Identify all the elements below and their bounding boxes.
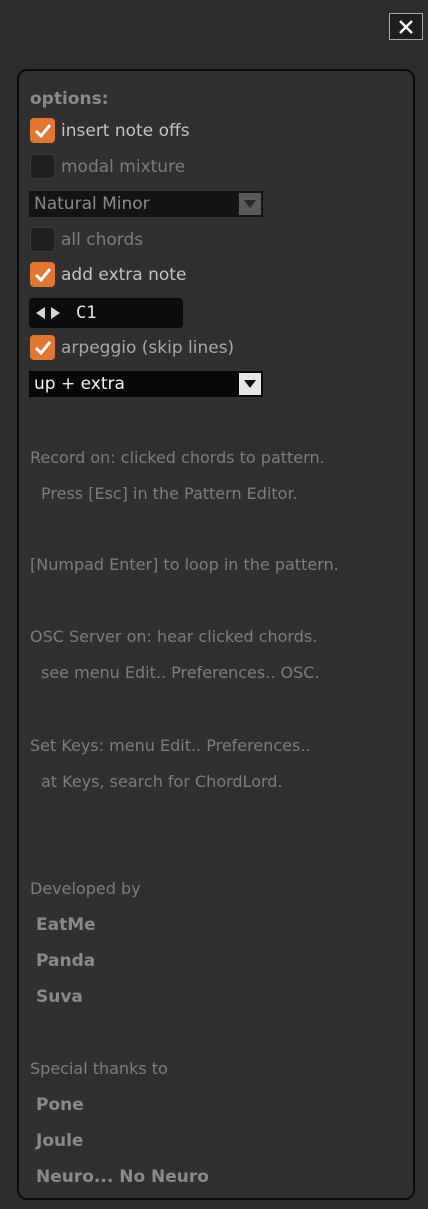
checkmark-icon [34, 340, 51, 355]
arpeggio-label: arpeggio (skip lines) [61, 337, 235, 358]
options-heading: options: [30, 89, 109, 109]
close-icon [399, 19, 413, 34]
thanks-name: Neuro... No Neuro [36, 1167, 209, 1187]
all-chords-checkbox[interactable]: all chords [30, 227, 143, 252]
add-extra-note-label: add extra note [61, 264, 187, 285]
checkbox-box[interactable] [30, 335, 55, 360]
scale-select[interactable]: Natural Minor [29, 191, 263, 217]
checkmark-icon [34, 267, 51, 282]
chevron-down-icon[interactable] [239, 373, 261, 395]
developer-name: Suva [36, 987, 83, 1007]
chevron-down-icon[interactable] [239, 193, 261, 215]
arpeggio-checkbox[interactable]: arpeggio (skip lines) [30, 335, 234, 360]
thanks-name: Pone [36, 1095, 84, 1115]
osc-info-line1: OSC Server on: hear clicked chords. [30, 627, 318, 646]
add-extra-note-checkbox[interactable]: add extra note [30, 262, 186, 287]
triangle-right-icon[interactable] [51, 307, 60, 319]
arp-mode-select[interactable]: up + extra [29, 371, 263, 397]
thanks-name: Joule [36, 1131, 84, 1151]
insert-note-offs-label: insert note offs [61, 120, 190, 141]
developer-name: EatMe [36, 915, 96, 935]
developer-name: Panda [36, 951, 96, 971]
checkbox-box[interactable] [30, 262, 55, 287]
checkbox-box[interactable] [30, 154, 55, 179]
checkbox-box[interactable] [30, 227, 55, 252]
record-info-line1: Record on: clicked chords to pattern. [30, 448, 325, 467]
special-thanks-label: Special thanks to [30, 1059, 168, 1078]
close-button[interactable] [389, 13, 423, 40]
insert-note-offs-checkbox[interactable]: insert note offs [30, 118, 190, 143]
checkbox-box[interactable] [30, 118, 55, 143]
developed-by-label: Developed by [30, 879, 141, 898]
note-stepper-value: C1 [76, 303, 97, 323]
arp-mode-select-value: up + extra [34, 374, 125, 394]
note-stepper[interactable]: C1 [29, 298, 183, 328]
keys-info-line2: at Keys, search for ChordLord. [41, 772, 283, 791]
keys-info-line1: Set Keys: menu Edit.. Preferences.. [30, 736, 311, 755]
triangle-left-icon[interactable] [36, 307, 45, 319]
modal-mixture-checkbox[interactable]: modal mixture [30, 154, 185, 179]
all-chords-label: all chords [61, 229, 144, 250]
record-info-line2: Press [Esc] in the Pattern Editor. [41, 484, 298, 503]
options-panel: options: insert note offs modal mixture … [17, 69, 415, 1200]
modal-mixture-label: modal mixture [61, 156, 186, 177]
numpad-info: [Numpad Enter] to loop in the pattern. [30, 555, 339, 574]
osc-info-line2: see menu Edit.. Preferences.. OSC. [41, 663, 320, 682]
checkmark-icon [34, 123, 51, 138]
scale-select-value: Natural Minor [34, 194, 150, 214]
